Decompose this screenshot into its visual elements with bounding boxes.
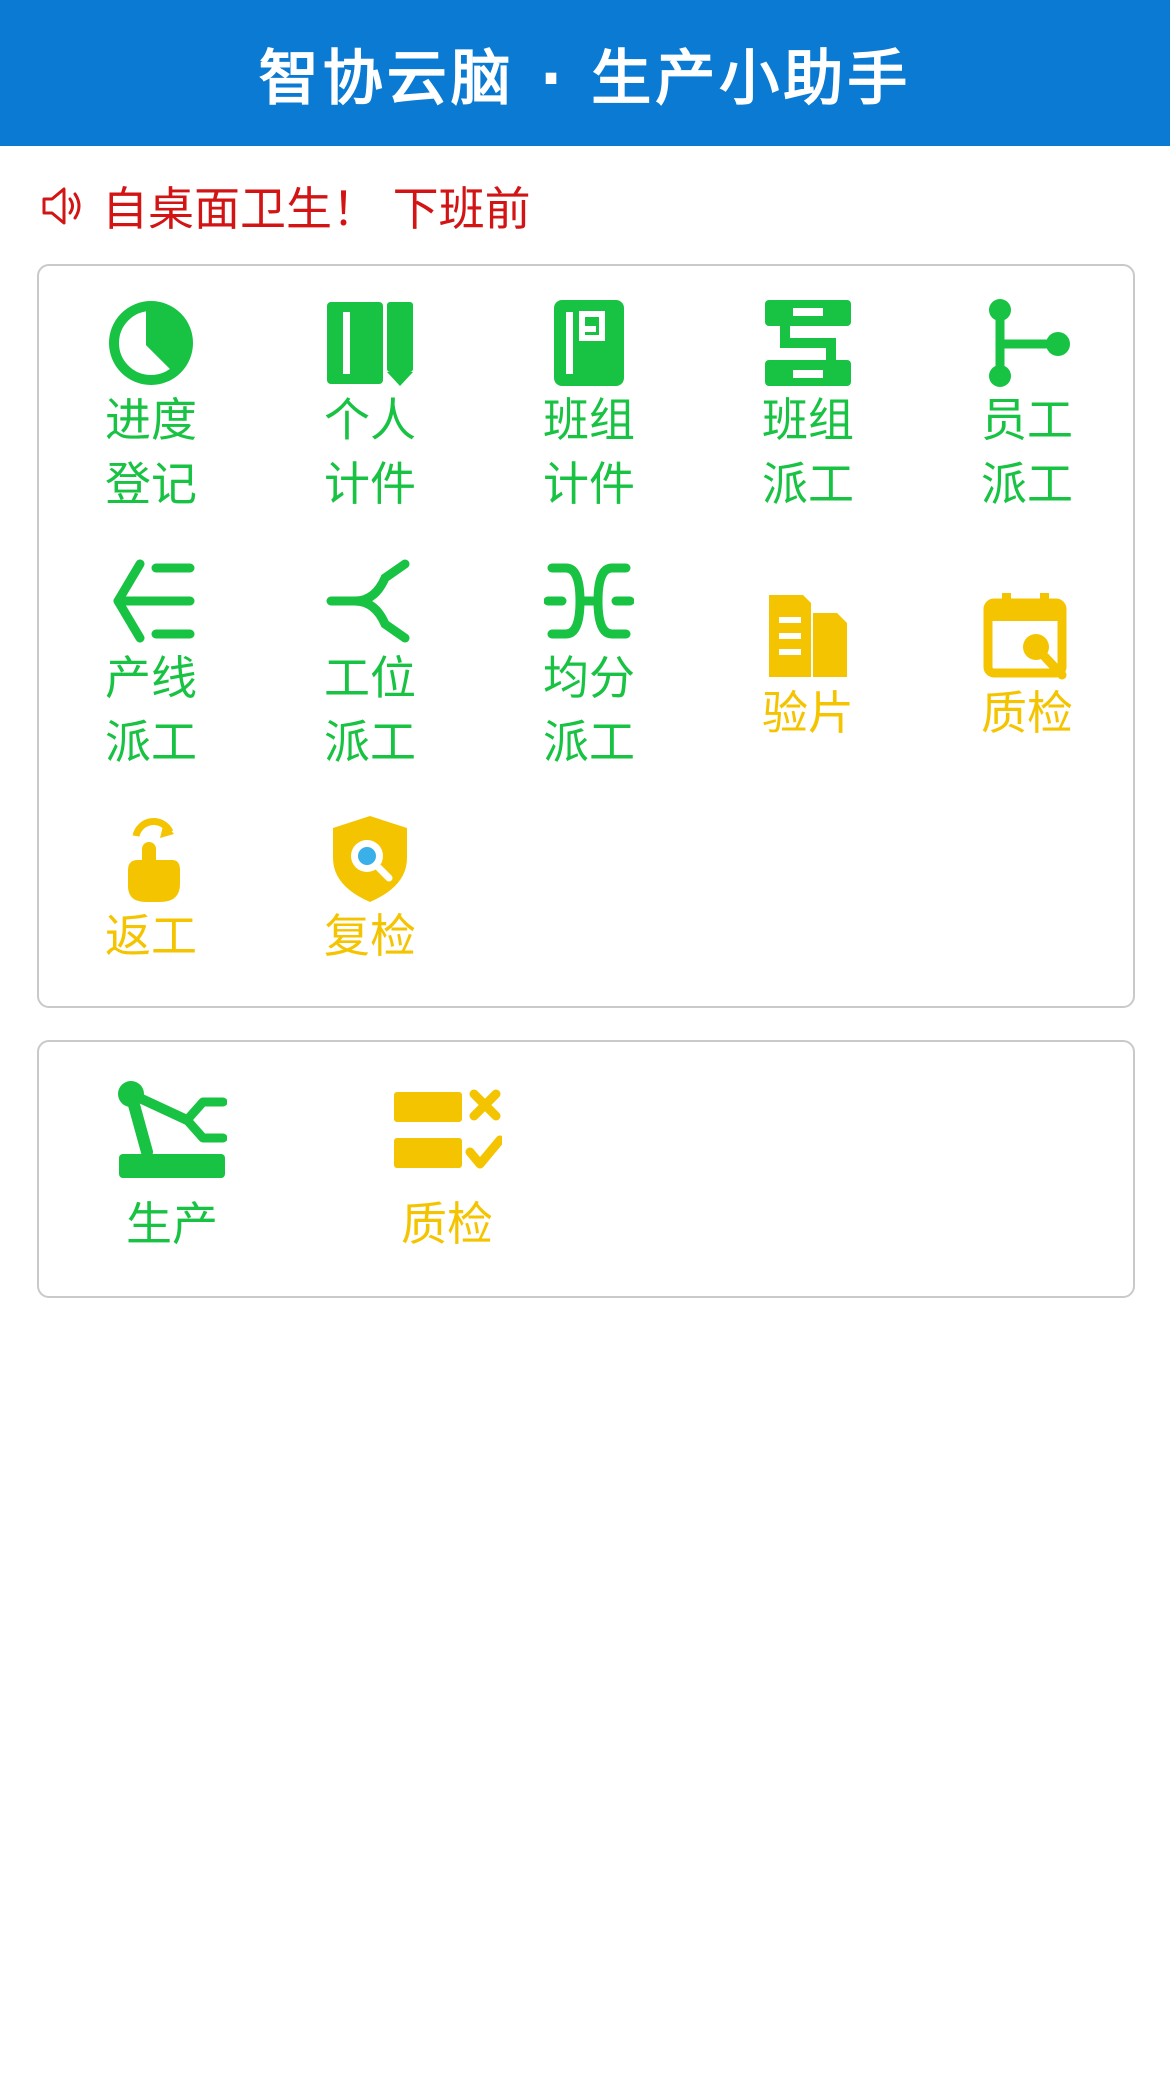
merge-icon [544, 563, 634, 639]
notebook-icon [554, 300, 624, 386]
app-title: 智协云脑 · 生产小助手 [258, 43, 912, 114]
calendar-search-icon [983, 593, 1067, 680]
app-header: 智协云脑 · 生产小助手 [0, 0, 1170, 146]
robot-arm-icon [118, 1081, 227, 1178]
notice-text: 自桌面卫生！ 下班前 [102, 182, 531, 236]
tile-quality[interactable]: 质检 [352, 1080, 542, 1256]
tile-label: 登记 [105, 457, 197, 511]
tile-personal-piecework[interactable]: 个人 计件 [280, 298, 460, 516]
notice-banner[interactable]: 自桌面卫生！ 下班前 [38, 170, 531, 242]
tile-quality-check[interactable]: 质检 [937, 591, 1117, 745]
tile-label: 员工 [981, 393, 1073, 447]
branch-icon [989, 299, 1070, 387]
speaker-icon [42, 187, 81, 225]
tile-label: 返工 [105, 909, 197, 963]
tile-label: 进度 [105, 393, 197, 447]
tile-average-dispatch[interactable]: 均分 派工 [499, 556, 679, 774]
module-panel: 生产 质检 [37, 1040, 1135, 1298]
tile-label: 计件 [543, 457, 635, 511]
tile-station-dispatch[interactable]: 工位 派工 [280, 556, 460, 774]
tile-rework[interactable]: 返工 [61, 814, 241, 968]
flow-icon [765, 300, 851, 386]
tile-line-dispatch[interactable]: 产线 派工 [61, 556, 241, 774]
tile-label: 计件 [324, 457, 416, 511]
function-panel: 进度 登记 个人 计件 班组 计件 班组 派工 员工 派工 产线 派工 工位 派… [37, 264, 1135, 1008]
tile-label: 复检 [324, 909, 416, 963]
tile-sheet-inspection[interactable]: 验片 [718, 591, 898, 745]
tile-label: 产线 [105, 651, 197, 705]
tile-label: 质检 [981, 686, 1073, 740]
tile-label: 派工 [762, 457, 854, 511]
tile-label: 派工 [981, 457, 1073, 511]
tile-label: 个人 [324, 393, 416, 447]
tile-label: 验片 [762, 686, 854, 740]
tile-label: 派工 [105, 715, 197, 769]
checklist-icon [394, 1089, 502, 1169]
sheets-icon [769, 595, 847, 677]
tile-team-dispatch[interactable]: 班组 派工 [718, 298, 898, 516]
tile-label: 均分 [543, 651, 635, 705]
tile-label: 工位 [324, 651, 416, 705]
split-line-icon [113, 559, 195, 643]
fork-icon [326, 559, 410, 643]
tile-label: 班组 [543, 393, 635, 447]
tile-employee-dispatch[interactable]: 员工 派工 [937, 298, 1117, 516]
tile-production[interactable]: 生产 [77, 1080, 267, 1256]
book-icon [327, 302, 413, 386]
hand-redo-icon [128, 818, 180, 902]
pie-chart-icon [109, 301, 193, 385]
tile-progress-register[interactable]: 进度 登记 [61, 298, 241, 516]
tile-label: 生产 [126, 1197, 218, 1251]
tile-recheck[interactable]: 复检 [280, 814, 460, 968]
tile-label: 派工 [543, 715, 635, 769]
tile-label: 派工 [324, 715, 416, 769]
shield-search-icon [333, 816, 407, 902]
tile-label: 质检 [401, 1197, 493, 1251]
tile-label: 班组 [762, 393, 854, 447]
tile-team-piecework[interactable]: 班组 计件 [499, 298, 679, 516]
